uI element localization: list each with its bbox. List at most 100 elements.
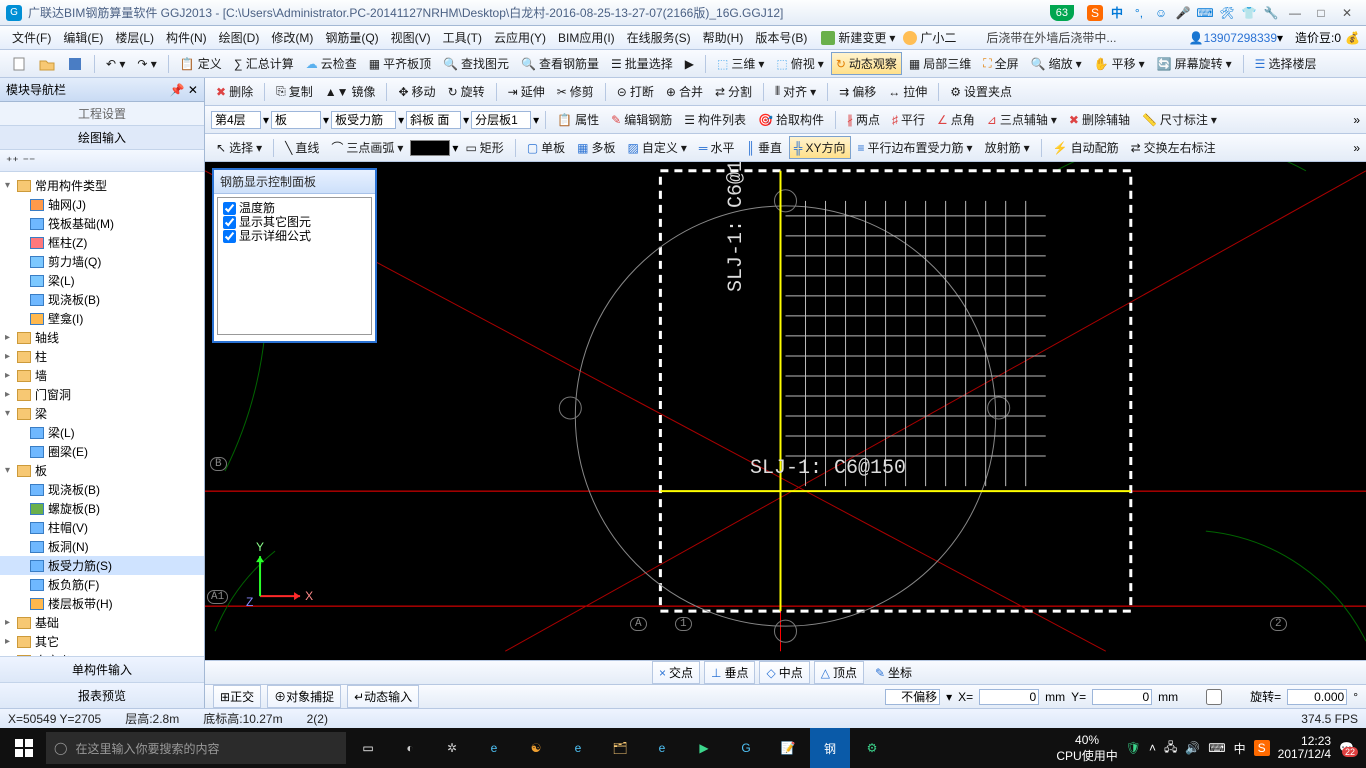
tree-slab-group[interactable]: 板 (35, 462, 47, 479)
grip-button[interactable]: ⚙设置夹点 (945, 80, 1017, 103)
sum-button[interactable]: ∑ 汇总计算 (229, 52, 299, 75)
tray-kb-icon[interactable]: ⌨ (1208, 741, 1225, 755)
tray-ime[interactable]: 中 (1234, 740, 1246, 757)
app-music[interactable]: ▶ (684, 728, 724, 768)
split-button[interactable]: ⇄分割 (710, 80, 757, 103)
snap-perp[interactable]: ⊥垂点 (704, 661, 755, 684)
multi-slab-button[interactable]: ▦多板 (572, 136, 620, 159)
tree-ringbeam[interactable]: 圈梁(E) (48, 443, 88, 460)
tree-beam-l[interactable]: 梁(L) (48, 424, 75, 441)
3d-button[interactable]: ⬚三维 ▾ (712, 52, 769, 75)
tab-project-setup[interactable]: 工程设置 (0, 102, 204, 126)
flat-top-button[interactable]: ▦平齐板顶 (364, 52, 436, 75)
tree-opening[interactable]: 门窗洞 (35, 386, 71, 403)
cloud-check-button[interactable]: ☁云检查 (301, 52, 362, 75)
app-browser2[interactable]: G (726, 728, 766, 768)
rot-input[interactable] (1287, 689, 1347, 705)
dyn-input-toggle[interactable]: ↵动态输入 (347, 685, 419, 708)
gxr-button[interactable]: 广小二 (903, 29, 956, 46)
tray-up-icon[interactable]: ˄ (1149, 741, 1156, 755)
rect-button[interactable]: ▭矩形 (460, 136, 508, 159)
app-ggj[interactable]: 钢 (810, 728, 850, 768)
delete-button[interactable]: ✖删除 (211, 80, 258, 103)
price-bean[interactable]: 造价豆:0 (1295, 29, 1341, 46)
tree-grid[interactable]: 轴网(J) (48, 196, 86, 213)
app-browser[interactable]: ◐ (390, 728, 430, 768)
tree-other[interactable]: 其它 (35, 633, 59, 650)
ortho-toggle[interactable]: ⊞正交 (213, 685, 261, 708)
menu-modify[interactable]: 修改(M) (265, 26, 319, 49)
menu-floor[interactable]: 楼层(L) (109, 26, 160, 49)
move-button[interactable]: ✥移动 (393, 80, 440, 103)
menu-cloud[interactable]: 云应用(Y) (488, 26, 552, 49)
menu-ver[interactable]: 版本号(B) (749, 26, 813, 49)
radial-button[interactable]: 放射筋 ▾ (980, 136, 1035, 159)
snap-coord[interactable]: ✎坐标 (868, 661, 919, 684)
ime-icon[interactable]: S (1087, 5, 1103, 21)
emoji-icon[interactable]: ☺ (1153, 5, 1169, 21)
tree-cap[interactable]: 柱帽(V) (48, 519, 88, 536)
pan-button[interactable]: ✋平移 ▾ (1089, 52, 1150, 75)
para-edge-button[interactable]: ≡平行边布置受力筋 ▾ (853, 136, 978, 159)
tray-safe-icon[interactable]: 🛡 (1126, 741, 1141, 755)
app-ie[interactable]: e (474, 728, 514, 768)
delete-aux-button[interactable]: ✖删除辅轴 (1064, 108, 1135, 131)
cb-show-formula[interactable]: 显示详细公式 (223, 229, 366, 243)
tray-sogou-icon[interactable]: S (1254, 740, 1270, 756)
category-combo[interactable] (271, 111, 321, 129)
cpu-meter[interactable]: 40%CPU使用中 (1056, 733, 1117, 764)
tree-slab-b[interactable]: 现浇板(B) (48, 481, 100, 498)
menu-edit[interactable]: 编辑(E) (57, 26, 109, 49)
select-button[interactable]: ↖选择 ▾ (211, 136, 267, 159)
custom-button[interactable]: ▨自定义 ▾ (623, 136, 692, 159)
stretch-button[interactable]: ↔拉伸 (883, 80, 932, 103)
incline-combo[interactable] (406, 111, 461, 129)
cb-temperature[interactable]: 温度筋 (223, 201, 366, 215)
comp-list-button[interactable]: ☰构件列表 (679, 108, 751, 131)
menu-file[interactable]: 文件(F) (6, 26, 57, 49)
app-notes[interactable]: 📝 (768, 728, 808, 768)
menu-online[interactable]: 在线服务(S) (621, 26, 697, 49)
tree-root[interactable]: 常用构件类型 (35, 177, 107, 194)
close-button[interactable]: ✕ (1334, 6, 1360, 20)
tree-slab[interactable]: 现浇板(B) (48, 291, 100, 308)
tray-net-icon[interactable]: 🖧 (1164, 738, 1177, 759)
keyboard-icon[interactable]: ⌨ (1197, 5, 1213, 21)
find-rebar-button[interactable]: 🔍查看钢筋量 (516, 52, 604, 75)
arc-button[interactable]: ⌒三点画弧 ▾ (326, 136, 408, 159)
pin-icon[interactable]: 📌 ✕ (170, 83, 198, 97)
menu-rebar[interactable]: 钢筋量(Q) (319, 26, 384, 49)
minimize-button[interactable]: — (1282, 6, 1308, 20)
y-input[interactable] (1092, 689, 1152, 705)
parallel-button[interactable]: ♯平行 (887, 108, 930, 131)
tree-axis[interactable]: 轴线 (35, 329, 59, 346)
overflow-button-2[interactable]: » (1353, 141, 1360, 155)
collapse-icon[interactable]: ⁻⁻ (23, 154, 36, 168)
maximize-button[interactable]: □ (1308, 6, 1334, 20)
tree-neg-rebar[interactable]: 板负筋(F) (48, 576, 99, 593)
start-button[interactable] (4, 728, 44, 768)
dynamic-view-button[interactable]: ↻动态观察 (831, 52, 902, 75)
tree-strip[interactable]: 楼层板带(H) (48, 595, 113, 612)
app-explorer[interactable]: 🗂 (600, 728, 640, 768)
define-button[interactable]: 📋定义 (175, 52, 227, 75)
break-button[interactable]: ⊝打断 (612, 80, 659, 103)
horiz-button[interactable]: ═水平 (694, 136, 740, 159)
app-sec[interactable]: ☯ (516, 728, 556, 768)
color-picker[interactable] (410, 140, 450, 156)
snap-vertex[interactable]: △顶点 (814, 661, 864, 684)
open-button[interactable] (34, 53, 60, 75)
rotate-button[interactable]: ↻旋转 (443, 80, 490, 103)
rotate-checkbox[interactable] (1184, 689, 1244, 705)
taskbar-search[interactable]: ◯在这里输入你要搜索的内容 (46, 732, 346, 764)
ime-punct-icon[interactable]: °, (1131, 5, 1147, 21)
taskview-button[interactable]: ▭ (348, 728, 388, 768)
fullscreen-button[interactable]: ⛶全屏 (978, 52, 1023, 75)
snap-intersect[interactable]: ×交点 (652, 661, 700, 684)
app-edge[interactable]: e (558, 728, 598, 768)
vert-button[interactable]: ║垂直 (741, 136, 787, 159)
auto-rebar-button[interactable]: ⚡自动配筋 (1048, 136, 1124, 159)
dimension-button[interactable]: 📏尺寸标注 ▾ (1137, 108, 1222, 131)
cb-show-other[interactable]: 显示其它图元 (223, 215, 366, 229)
expand-icon[interactable]: ⁺⁺ (6, 154, 19, 168)
